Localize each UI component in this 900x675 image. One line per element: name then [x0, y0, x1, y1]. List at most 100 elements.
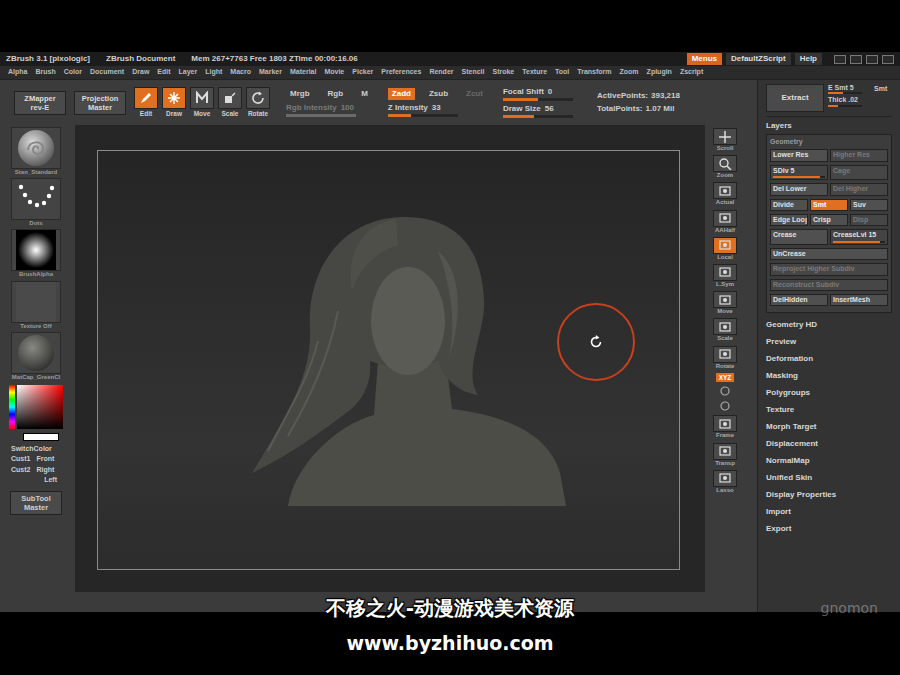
geometry-button[interactable]: UnCrease [770, 248, 888, 260]
window-control-icon[interactable] [850, 55, 862, 64]
mode-button[interactable]: Edit [134, 87, 158, 118]
view-tool-button[interactable]: Lasso [713, 470, 737, 494]
view-tool-button[interactable]: Transp [713, 443, 737, 467]
palette-thumbnail[interactable]: MatCap_GreenCl [9, 332, 63, 381]
hue-strip[interactable] [9, 385, 15, 429]
menu-item[interactable]: Tool [555, 68, 569, 76]
menu-item[interactable]: Document [90, 68, 124, 76]
subpalette-heading[interactable]: Texture [766, 401, 892, 418]
geometry-button[interactable]: Del Lower [770, 183, 828, 195]
geometry-button[interactable]: Suv [850, 199, 888, 211]
subpalette-heading[interactable]: Import [766, 503, 892, 520]
menu-item[interactable]: Zplugin [647, 68, 672, 76]
toggle-button[interactable]: Mrgb [286, 88, 314, 100]
slider-track[interactable] [388, 114, 458, 117]
slider[interactable]: Focal Shift0 [503, 87, 573, 101]
subpalette-heading[interactable]: Unified Skin [766, 469, 892, 486]
subpalette-heading[interactable]: Deformation [766, 350, 892, 367]
view-tool-button[interactable]: Scale [713, 318, 737, 342]
mode-button[interactable]: Rotate [246, 87, 270, 118]
menu-item[interactable]: Picker [352, 68, 373, 76]
menu-item[interactable]: Zoom [620, 68, 639, 76]
toggle-button[interactable]: Rgb [324, 88, 348, 100]
view-tool-button[interactable]: L.Sym [713, 264, 737, 288]
geometry-button[interactable]: Edge Loop [770, 214, 808, 226]
menu-item[interactable]: Texture [522, 68, 547, 76]
subpalette-heading[interactable]: Layers [766, 117, 892, 134]
menu-item[interactable]: Stroke [492, 68, 514, 76]
menu-item[interactable]: Macro [230, 68, 251, 76]
view-button[interactable]: Left [44, 476, 57, 484]
palette-thumbnail[interactable]: BrushAlpha [9, 229, 63, 278]
slider-track[interactable] [828, 105, 862, 107]
subpalette-heading[interactable]: Geometry HD [766, 316, 892, 333]
subpalette-heading[interactable]: Polygroups [766, 384, 892, 401]
menu-item[interactable]: Light [205, 68, 222, 76]
geometry-button[interactable]: DelHidden [770, 294, 828, 306]
custom-button[interactable]: Cust2 [11, 466, 30, 474]
menu-item[interactable]: Transform [577, 68, 611, 76]
slider-track[interactable] [286, 114, 356, 117]
view-tool-button[interactable]: Local [713, 237, 737, 261]
geometry-slider[interactable]: SDiv 5 [770, 165, 828, 180]
window-control-icon[interactable] [882, 55, 894, 64]
slider-track[interactable] [503, 115, 573, 118]
view-tool-button[interactable]: Frame [713, 415, 737, 439]
document[interactable] [97, 150, 680, 570]
thick-slider[interactable]: Thick .02 [828, 96, 891, 106]
title-button[interactable]: Help [795, 53, 822, 65]
menu-item[interactable]: Material [290, 68, 316, 76]
plugin-button[interactable]: Projection Master [74, 91, 126, 115]
view-button[interactable]: Front [36, 455, 54, 463]
canvas[interactable] [75, 125, 705, 592]
menu-item[interactable]: Layer [179, 68, 198, 76]
palette-thumbnail[interactable]: Texture Off [9, 281, 63, 330]
geometry-button[interactable]: Smt [810, 199, 848, 211]
custom-button[interactable]: Cust1 [11, 455, 30, 463]
toggle-button[interactable]: Zcut [462, 88, 487, 100]
menu-item[interactable]: Preferences [381, 68, 421, 76]
palette-thumbnail[interactable]: Dots [9, 178, 63, 227]
view-tool-button[interactable]: Move [713, 291, 737, 315]
geometry-slider[interactable]: CreaseLvl 15 [830, 229, 888, 244]
slider[interactable]: Z Intensity33 [388, 103, 487, 117]
view-tool-button[interactable]: Actual [713, 182, 737, 206]
e-smt-slider[interactable]: E Smt 5 [828, 84, 862, 94]
geometry-button[interactable]: Divide [770, 199, 808, 211]
extract-button[interactable]: Extract [766, 84, 824, 112]
menu-item[interactable]: Zscript [680, 68, 703, 76]
switch-color-button[interactable]: SwitchColor [7, 445, 65, 453]
small-tool-button[interactable] [718, 400, 732, 412]
menu-item[interactable]: Alpha [8, 68, 27, 76]
palette-thumbnail[interactable]: Stan_Standard [9, 127, 63, 176]
view-tool-button[interactable]: Rotate [713, 346, 737, 370]
smt-toggle[interactable]: Smt [870, 84, 891, 94]
menu-item[interactable]: Stencil [462, 68, 485, 76]
menu-item[interactable]: Color [64, 68, 82, 76]
subpalette-heading[interactable]: NormalMap [766, 452, 892, 469]
slider-track[interactable] [833, 241, 885, 243]
view-button[interactable]: Right [36, 466, 54, 474]
view-tool-button[interactable]: AAHalf [713, 210, 737, 234]
subtool-master-button[interactable]: SubTool Master [10, 491, 62, 515]
slider-track[interactable] [828, 92, 862, 94]
title-button[interactable]: Menus [687, 53, 722, 65]
subpalette-heading[interactable]: Masking [766, 367, 892, 384]
geometry-button[interactable]: InsertMesh [830, 294, 888, 306]
menu-item[interactable]: Edit [157, 68, 170, 76]
plugin-button[interactable]: ZMapper rev-E [14, 91, 66, 115]
mode-button[interactable]: Scale [218, 87, 242, 118]
small-tool-button[interactable] [718, 385, 732, 397]
subpalette-heading[interactable]: Export [766, 520, 892, 537]
toggle-button[interactable]: Zsub [425, 88, 452, 100]
saturation-square[interactable] [17, 385, 63, 429]
geometry-button[interactable]: Crisp [810, 214, 848, 226]
mode-button[interactable]: Draw [162, 87, 186, 118]
geometry-button[interactable]: Crease [770, 229, 828, 244]
subpalette-heading[interactable]: Morph Target [766, 418, 892, 435]
menu-item[interactable]: Draw [132, 68, 149, 76]
toggle-button[interactable]: M [357, 88, 372, 100]
mode-button[interactable]: Move [190, 87, 214, 118]
menu-item[interactable]: Brush [35, 68, 55, 76]
menu-item[interactable]: Marker [259, 68, 282, 76]
